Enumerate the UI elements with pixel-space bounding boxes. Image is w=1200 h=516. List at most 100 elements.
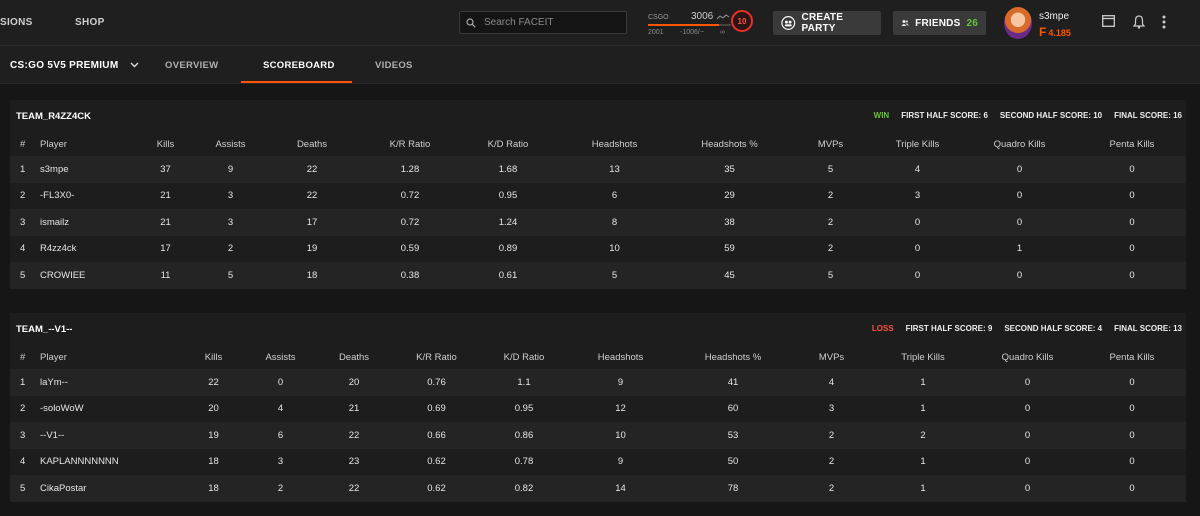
player-row[interactable]: 4 R4zz4ck 17 2 19 0.59 0.89 10 59 2 0 1 0 [10, 235, 1186, 263]
cell-player[interactable]: KAPLANNNNNNN [40, 449, 180, 476]
team-header: TEAM_--V1-- LOSS FIRST HALF SCORE: 9 SEC… [10, 313, 1186, 345]
player-row[interactable]: 1 s3mpe 37 9 22 1.28 1.68 13 35 5 4 0 0 [10, 156, 1186, 183]
search-input[interactable] [484, 17, 614, 28]
cell-kd-ratio: 0.78 [514, 456, 534, 468]
cell-kd-ratio: 1.68 [498, 163, 518, 175]
friends-button[interactable]: FRIENDS 26 [893, 11, 986, 35]
cell-headshots: 12 [615, 403, 626, 415]
player-row[interactable]: 2 -FL3X0- 21 3 22 0.72 0.95 6 29 2 3 0 0 [10, 182, 1186, 210]
cell-headshots: 9 [617, 456, 624, 468]
search-box[interactable] [459, 11, 627, 34]
column-header-rank[interactable]: # [10, 345, 40, 369]
more-options-icon[interactable] [1162, 15, 1166, 29]
column-header-mvps[interactable]: MVPs [787, 132, 874, 156]
cell-kr-ratio: 0.38 [400, 269, 420, 281]
cell-kr-ratio: 0.62 [427, 456, 446, 468]
column-header-mvps[interactable]: MVPs [794, 345, 869, 369]
cell-mvps: 2 [827, 243, 834, 255]
cell-mvps: 2 [828, 482, 835, 494]
cell-player[interactable]: CROWIEE [40, 262, 133, 289]
column-header-penta-kills[interactable]: Penta Kills [1078, 132, 1186, 156]
column-header-kr-ratio[interactable]: K/R Ratio [394, 345, 479, 369]
column-header-player[interactable]: Player [40, 345, 180, 369]
cell-kills: 20 [208, 403, 219, 415]
column-header-kd-ratio[interactable]: K/D Ratio [479, 345, 569, 369]
cell-kr-ratio: 0.66 [427, 429, 446, 441]
elo-diff: -1006/− [680, 29, 704, 36]
window-icon[interactable] [1102, 15, 1115, 27]
player-row[interactable]: 5 CROWIEE 11 5 18 0.38 0.61 5 45 5 0 0 0 [10, 262, 1186, 289]
player-row[interactable]: 3 ismailz 21 3 17 0.72 1.24 8 38 2 0 0 0 [10, 209, 1186, 236]
column-header-headshots-percent[interactable]: Headshots % [672, 132, 787, 156]
column-header-triple-kills[interactable]: Triple Kills [869, 345, 977, 369]
column-header-kills[interactable]: Kills [180, 345, 247, 369]
match-type-dropdown[interactable]: CS:GO 5V5 PREMIUM [10, 60, 139, 71]
tab-videos[interactable]: VIDEOS [375, 60, 413, 71]
friends-count: 26 [966, 17, 978, 29]
nav-item-missions[interactable]: SIONS [0, 17, 33, 28]
cell-headshots: 9 [617, 376, 624, 388]
cell-player[interactable]: -FL3X0- [40, 183, 133, 210]
player-row[interactable]: 3 --V1-- 19 6 22 0.66 0.86 10 53 2 2 0 0 [10, 422, 1186, 449]
column-header-assists[interactable]: Assists [198, 132, 263, 156]
team-name: TEAM_--V1-- [16, 324, 73, 335]
username[interactable]: s3mpe [1039, 11, 1069, 22]
score-summary: LOSS FIRST HALF SCORE: 9 SECOND HALF SCO… [860, 324, 1182, 333]
cell-triple-kills: 1 [920, 403, 926, 415]
player-stats-table: # Player Kills Assists Deaths K/R Ratio K/D Ra… [10, 345, 1186, 502]
player-row[interactable]: 4 KAPLANNNNNNN 18 3 23 0.62 0.78 9 50 2 1 0 0 [10, 448, 1186, 476]
cell-mvps: 2 [827, 190, 834, 202]
column-header-deaths[interactable]: Deaths [314, 345, 394, 369]
column-header-headshots[interactable]: Headshots [569, 345, 672, 369]
column-header-quadro-kills[interactable]: Quadro Kills [977, 345, 1078, 369]
cell-player[interactable]: CikaPostar [40, 475, 180, 502]
cell-rank: 1 [20, 163, 26, 175]
column-header-deaths[interactable]: Deaths [263, 132, 361, 156]
column-header-kills[interactable]: Kills [133, 132, 198, 156]
tab-overview[interactable]: OVERVIEW [165, 60, 218, 71]
column-header-triple-kills[interactable]: Triple Kills [874, 132, 961, 156]
cell-player[interactable]: --V1-- [40, 422, 180, 449]
create-party-button[interactable]: CREATE PARTY [773, 11, 881, 35]
column-header-kr-ratio[interactable]: K/R Ratio [361, 132, 459, 156]
elo-widget[interactable]: CSGO 3006 2001 -1006/− ∞ 10 [644, 8, 756, 38]
player-row[interactable]: 1 laYm-- 22 0 20 0.76 1.1 9 41 4 1 0 0 [10, 369, 1186, 396]
cell-headshots-percent: 78 [727, 482, 739, 494]
cell-headshots-percent: 35 [724, 163, 735, 175]
column-header-rank[interactable]: # [10, 132, 40, 156]
column-header-kd-ratio[interactable]: K/D Ratio [459, 132, 557, 156]
cell-mvps: 5 [827, 269, 834, 281]
team-scoreboard: TEAM_R4ZZ4CK WIN FIRST HALF SCORE: 6 SEC… [10, 100, 1186, 289]
cell-player[interactable]: s3mpe [40, 156, 133, 183]
column-header-penta-kills[interactable]: Penta Kills [1078, 345, 1186, 369]
cell-player[interactable]: R4zz4ck [40, 236, 133, 263]
cell-player[interactable]: ismailz [40, 209, 133, 236]
nav-item-shop[interactable]: SHOP [75, 17, 105, 28]
column-header-headshots[interactable]: Headshots [557, 132, 672, 156]
cell-player[interactable]: -soloWoW [40, 396, 180, 423]
match-type-label: CS:GO 5V5 PREMIUM [10, 60, 119, 71]
second-half-score: SECOND HALF SCORE: 10 [999, 111, 1103, 120]
cell-kd-ratio: 0.95 [498, 190, 518, 202]
cell-headshots-percent: 41 [727, 376, 739, 388]
notification-bell-icon[interactable] [1133, 15, 1145, 29]
cell-quadro-kills: 0 [1024, 376, 1031, 388]
user-avatar[interactable] [1004, 7, 1032, 39]
column-header-assists[interactable]: Assists [247, 345, 314, 369]
column-header-quadro-kills[interactable]: Quadro Kills [961, 132, 1078, 156]
cell-quadro-kills: 0 [1024, 403, 1031, 415]
player-row[interactable]: 2 -soloWoW 20 4 21 0.69 0.95 12 60 3 1 0 0 [10, 395, 1186, 423]
cell-deaths: 22 [348, 482, 360, 494]
cell-kd-ratio: 0.95 [514, 403, 534, 415]
cell-deaths: 18 [306, 269, 318, 281]
tab-scoreboard[interactable]: SCOREBOARD [263, 60, 335, 71]
column-header-headshots-percent[interactable]: Headshots % [672, 345, 794, 369]
cell-player[interactable]: laYm-- [40, 369, 180, 396]
party-icon [781, 16, 796, 30]
column-header-player[interactable]: Player [40, 132, 133, 156]
active-tab-indicator [241, 81, 352, 83]
cell-kills: 21 [160, 190, 171, 202]
cell-assists: 9 [227, 163, 234, 175]
player-row[interactable]: 5 CikaPostar 18 2 22 0.62 0.82 14 78 2 1 0 0 [10, 475, 1186, 502]
cell-penta-kills: 0 [1129, 163, 1135, 175]
